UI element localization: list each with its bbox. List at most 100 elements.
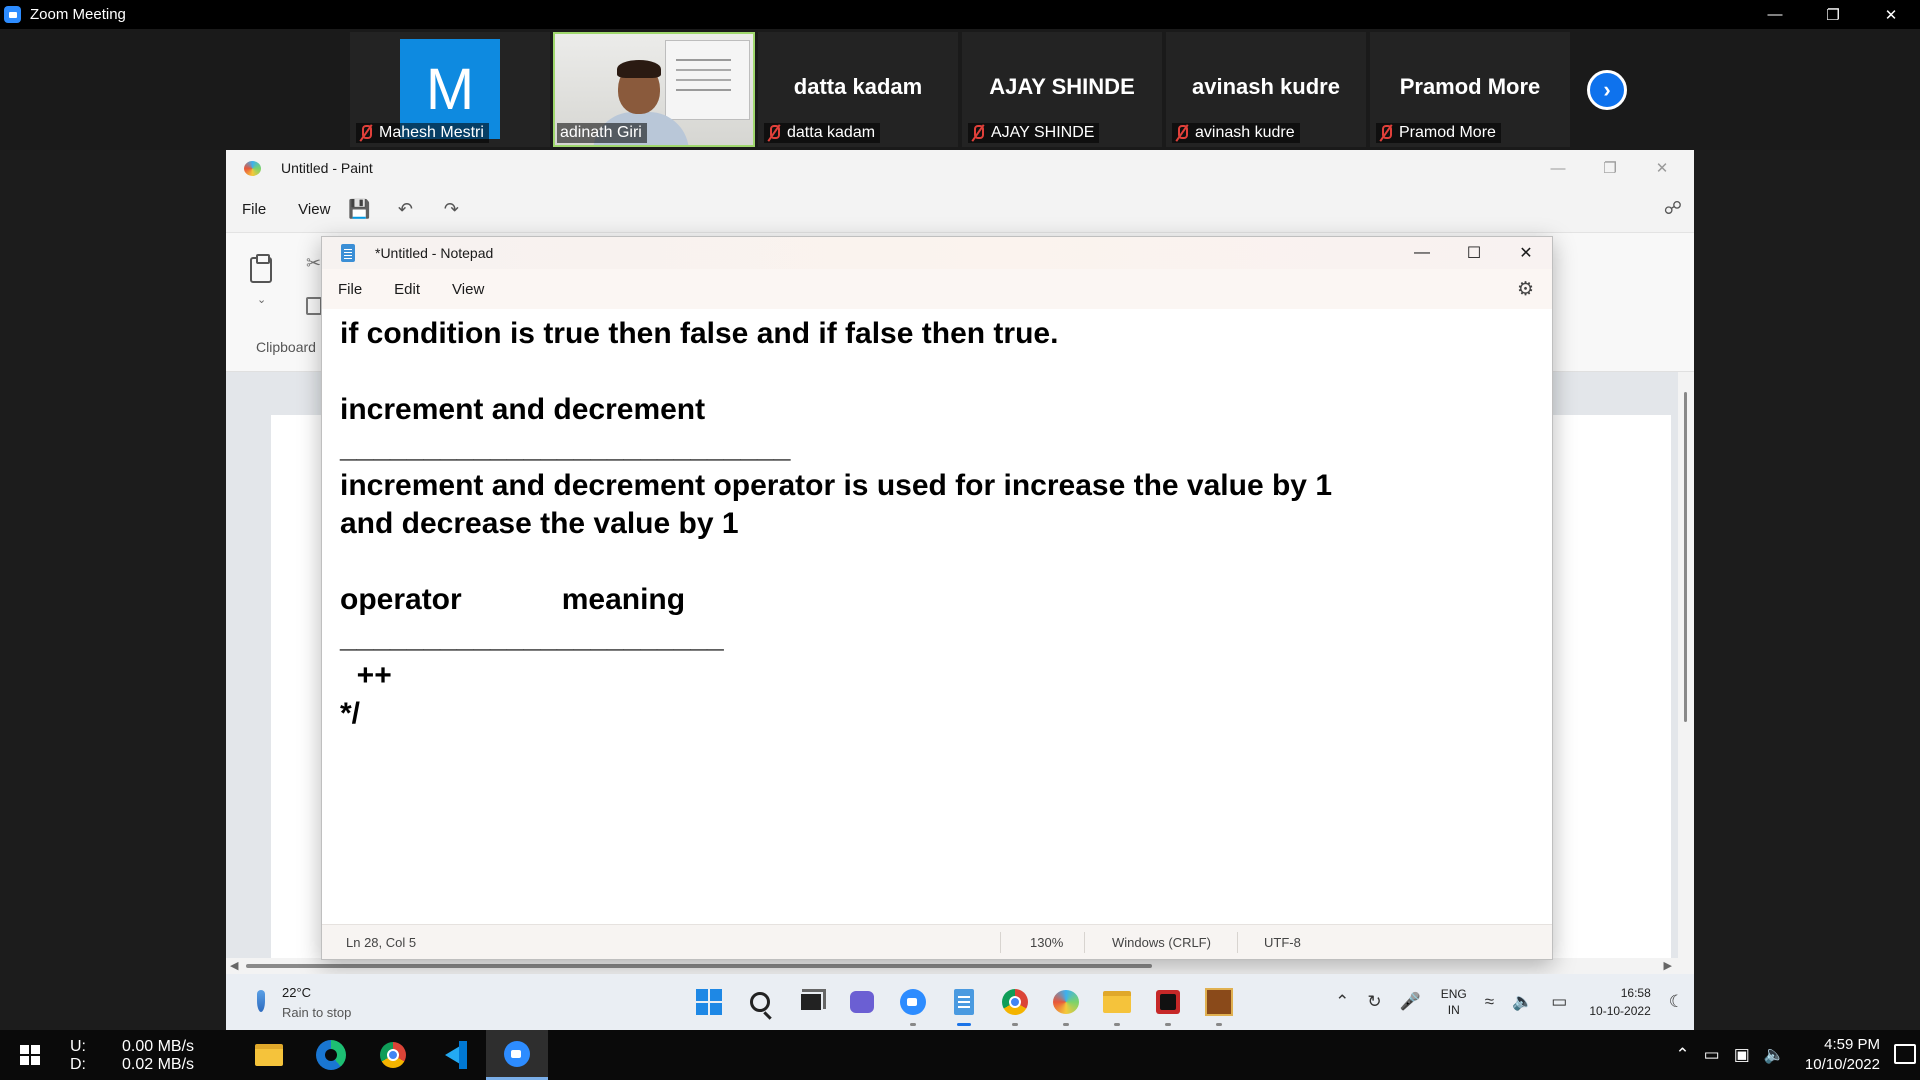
- participant-tile[interactable]: datta kadam datta kadam: [758, 32, 958, 147]
- chevron-up-icon[interactable]: ⌃: [1335, 992, 1349, 1012]
- paint-vertical-scrollbar[interactable]: [1678, 372, 1694, 1002]
- network-icon[interactable]: ▣: [1734, 1045, 1750, 1065]
- participant-label: Pramod More: [1376, 123, 1501, 143]
- file-explorer-button[interactable]: [238, 1030, 300, 1080]
- gear-icon[interactable]: ⚙: [1517, 278, 1534, 301]
- edge-button[interactable]: [300, 1030, 362, 1080]
- paint-menu-view[interactable]: View: [298, 201, 330, 218]
- volume-icon[interactable]: 🔈: [1764, 1045, 1785, 1065]
- shared-taskbar: 22°C Rain to stop ⌃ ↻ 🎤 ENG IN ≈ 🔈 ▭ 16:…: [226, 974, 1694, 1030]
- text-line: [340, 543, 1552, 581]
- language-indicator[interactable]: ENG IN: [1441, 986, 1467, 1018]
- volume-icon[interactable]: 🔈: [1512, 992, 1533, 1012]
- notepad-statusbar: Ln 28, Col 5 130% Windows (CRLF) UTF-8: [322, 924, 1552, 959]
- start-button[interactable]: [691, 984, 727, 1020]
- participant-name: Mahesh Mestri: [379, 124, 484, 141]
- weather-icon[interactable]: [257, 990, 265, 1012]
- undo-icon[interactable]: ↶: [392, 196, 418, 222]
- zoom-minimize-button[interactable]: —: [1746, 0, 1804, 29]
- notepad-menubar: File Edit View: [322, 269, 1552, 309]
- zoom-window-controls: — ❐ ✕: [1746, 0, 1920, 29]
- paint-icon: [1053, 990, 1079, 1014]
- participant-tile[interactable]: M Mahesh Mestri: [350, 32, 550, 147]
- chevron-up-icon[interactable]: ⌃: [1675, 1045, 1689, 1065]
- mic-muted-icon: [359, 124, 372, 142]
- zoom-close-button[interactable]: ✕: [1862, 0, 1920, 29]
- windows-icon[interactable]: [20, 1045, 40, 1065]
- participant-label: AJAY SHINDE: [968, 123, 1100, 143]
- chrome-button[interactable]: [362, 1030, 424, 1080]
- participant-display-name: AJAY SHINDE: [989, 74, 1135, 99]
- participant-tile[interactable]: AJAY SHINDE AJAY SHINDE: [962, 32, 1162, 147]
- notepad-maximize-button[interactable]: ☐: [1448, 237, 1500, 269]
- participant-tile[interactable]: avinash kudre avinash kudre: [1166, 32, 1366, 147]
- notepad-icon: [954, 989, 974, 1015]
- notepad-minimize-button[interactable]: —: [1396, 237, 1448, 269]
- paint-close-button[interactable]: ✕: [1636, 150, 1688, 186]
- notepad-taskbar-button[interactable]: [946, 984, 982, 1026]
- paint-taskbar-button[interactable]: [1048, 984, 1084, 1026]
- clock[interactable]: 16:58 10-10-2022: [1589, 984, 1650, 1020]
- notepad-menu-view[interactable]: View: [452, 281, 484, 298]
- share-icon[interactable]: ☍: [1664, 198, 1682, 219]
- search-icon: [750, 992, 770, 1012]
- notepad-menu-file[interactable]: File: [338, 281, 362, 298]
- focus-moon-icon[interactable]: ☾: [1669, 992, 1684, 1012]
- notification-icon[interactable]: [1894, 1044, 1916, 1064]
- sync-icon[interactable]: ↻: [1367, 992, 1381, 1012]
- participant-gallery: M Mahesh Mestri adinath Giri datta kadam…: [0, 29, 1920, 150]
- weather-temperature[interactable]: 22°C: [282, 985, 311, 1000]
- save-icon[interactable]: 💾: [346, 196, 372, 222]
- chat-button[interactable]: [844, 984, 880, 1020]
- paste-icon[interactable]: [250, 254, 272, 283]
- zoom-window-title: Zoom Meeting: [30, 6, 126, 23]
- copy-icon[interactable]: [306, 297, 322, 315]
- task-view-icon: [799, 992, 823, 1012]
- gallery-next-button[interactable]: ›: [1587, 70, 1627, 110]
- zoom-button[interactable]: [486, 1030, 548, 1080]
- notepad-close-button[interactable]: ✕: [1500, 237, 1552, 269]
- zoom-restore-button[interactable]: ❐: [1804, 0, 1862, 29]
- cut-icon[interactable]: ✂: [306, 253, 321, 274]
- notepad-editor[interactable]: if condition is true then false and if f…: [322, 309, 1552, 926]
- scroll-left-icon[interactable]: ◀: [230, 959, 238, 972]
- paint-restore-button[interactable]: ❐: [1584, 150, 1636, 186]
- text-line: increment and decrement operator is used…: [340, 469, 1333, 502]
- chrome-taskbar-button[interactable]: [997, 984, 1033, 1026]
- zoom-level[interactable]: 130%: [1030, 935, 1063, 950]
- participant-tile[interactable]: Pramod More Pramod More: [1370, 32, 1570, 147]
- chevron-down-icon[interactable]: ⌄: [257, 293, 266, 306]
- game-app-icon: [1205, 988, 1233, 1016]
- participant-name: adinath Giri: [560, 124, 642, 141]
- redo-icon[interactable]: ↷: [438, 196, 464, 222]
- paint-horizontal-scrollbar[interactable]: ◀ ▶: [226, 958, 1694, 974]
- scrollbar-thumb[interactable]: [246, 964, 1152, 968]
- folder-icon: [1103, 991, 1131, 1013]
- task-view-button[interactable]: [793, 984, 829, 1020]
- wifi-icon[interactable]: ≈: [1485, 992, 1494, 1012]
- vscode-button[interactable]: [424, 1030, 486, 1080]
- participant-tile-active-speaker[interactable]: adinath Giri: [553, 32, 755, 147]
- clock-date: 10/10/2022: [1804, 1056, 1880, 1073]
- search-button[interactable]: [742, 984, 778, 1020]
- scroll-right-icon[interactable]: ▶: [1664, 959, 1672, 972]
- media-app-taskbar-button[interactable]: [1150, 984, 1186, 1026]
- paint-minimize-button[interactable]: —: [1532, 150, 1584, 186]
- network-speed-labels: U: D:: [70, 1038, 86, 1074]
- text-line: operator meaning: [340, 583, 686, 616]
- cursor-position: Ln 28, Col 5: [346, 935, 417, 950]
- media-app-icon: [1156, 990, 1180, 1014]
- battery-icon[interactable]: ▭: [1551, 992, 1567, 1012]
- notepad-menu-edit[interactable]: Edit: [394, 281, 420, 298]
- zoom-taskbar-button[interactable]: [895, 984, 931, 1026]
- game-app-taskbar-button[interactable]: [1201, 984, 1237, 1026]
- weather-description[interactable]: Rain to stop: [282, 1005, 351, 1020]
- clock[interactable]: 4:59 PM 10/10/2022: [1805, 1035, 1880, 1075]
- battery-icon[interactable]: ▭: [1704, 1045, 1720, 1065]
- microphone-icon[interactable]: 🎤: [1400, 992, 1421, 1012]
- participant-name: AJAY SHINDE: [991, 124, 1095, 141]
- status-divider: [1237, 932, 1238, 953]
- edge-icon: [316, 1040, 346, 1070]
- file-explorer-taskbar-button[interactable]: [1099, 984, 1135, 1026]
- paint-menu-file[interactable]: File: [242, 201, 266, 218]
